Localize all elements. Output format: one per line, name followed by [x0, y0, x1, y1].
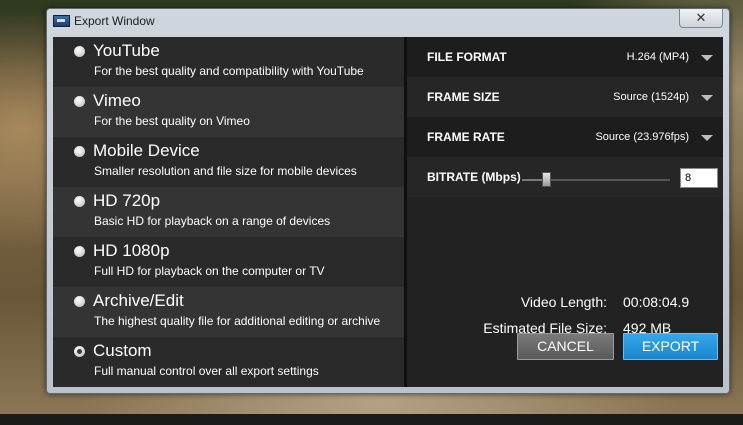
chevron-down-icon[interactable]: [701, 95, 713, 101]
preset-title: HD 720p: [93, 191, 161, 210]
preset-description: For the best quality on Vimeo: [94, 114, 250, 128]
app-icon: [53, 15, 70, 27]
preset-option-youtube[interactable]: YouTube For the best quality and compati…: [53, 37, 404, 87]
close-button[interactable]: ✕: [679, 9, 723, 28]
frame-size-row[interactable]: FRAME SIZE Source (1524p): [407, 77, 723, 117]
preset-description: Full HD for playback on the computer or …: [94, 264, 325, 278]
radio-button-selected[interactable]: [74, 346, 85, 357]
preset-title: HD 1080p: [93, 241, 170, 260]
file-format-row[interactable]: FILE FORMAT H.264 (MP4): [407, 37, 723, 77]
video-length-label: Video Length:: [520, 294, 607, 310]
chevron-down-icon[interactable]: [701, 55, 713, 61]
video-length-value: 00:08:04.9: [623, 294, 690, 310]
radio-button[interactable]: [74, 46, 85, 57]
bitrate-input[interactable]: [680, 168, 718, 188]
preset-title: Mobile Device: [93, 141, 200, 160]
preset-title: Archive/Edit: [93, 291, 184, 310]
radio-button[interactable]: [74, 196, 85, 207]
preset-description: Smaller resolution and file size for mob…: [94, 164, 357, 178]
bitrate-slider-handle[interactable]: [541, 172, 551, 187]
preset-option-custom[interactable]: Custom Full manual control over all expo…: [53, 337, 404, 387]
taskbar-strip: [0, 414, 743, 425]
radio-button[interactable]: [74, 96, 85, 107]
preset-title: YouTube: [93, 41, 160, 60]
preset-title: Custom: [93, 341, 152, 360]
preset-option-archive-edit[interactable]: Archive/Edit The highest quality file fo…: [53, 287, 404, 337]
frame-rate-value[interactable]: Source (23.976fps): [595, 131, 689, 143]
chevron-down-icon[interactable]: [701, 135, 713, 141]
preset-title: Vimeo: [93, 91, 141, 110]
window-title: Export Window: [74, 14, 155, 28]
frame-size-label: FRAME SIZE: [427, 90, 500, 104]
bitrate-row: BITRATE (Mbps): [407, 157, 723, 197]
preset-description: Basic HD for playback on a range of devi…: [94, 214, 331, 228]
frame-rate-label: FRAME RATE: [427, 130, 505, 144]
frame-size-value[interactable]: Source (1524p): [613, 91, 689, 103]
export-window: Export Window ✕ YouTube For the best qua…: [46, 8, 730, 394]
preset-list: YouTube For the best quality and compati…: [53, 37, 404, 387]
preset-description: For the best quality and compatibility w…: [94, 64, 364, 78]
radio-button[interactable]: [74, 146, 85, 157]
file-format-label: FILE FORMAT: [427, 50, 507, 64]
preset-option-hd-1080p[interactable]: HD 1080p Full HD for playback on the com…: [53, 237, 404, 287]
file-format-value[interactable]: H.264 (MP4): [627, 51, 689, 63]
title-bar[interactable]: Export Window ✕: [47, 9, 729, 35]
frame-rate-row[interactable]: FRAME RATE Source (23.976fps): [407, 117, 723, 157]
preset-option-vimeo[interactable]: Vimeo For the best quality on Vimeo: [53, 87, 404, 137]
preset-option-hd-720p[interactable]: HD 720p Basic HD for playback on a range…: [53, 187, 404, 237]
radio-button[interactable]: [74, 246, 85, 257]
settings-panel: FILE FORMAT H.264 (MP4) FRAME SIZE Sourc…: [407, 37, 723, 387]
preset-option-mobile-device[interactable]: Mobile Device Smaller resolution and fil…: [53, 137, 404, 187]
export-button[interactable]: EXPORT: [623, 333, 718, 360]
cancel-button[interactable]: CANCEL: [517, 333, 614, 360]
window-content: YouTube For the best quality and compati…: [53, 37, 723, 387]
radio-button[interactable]: [74, 296, 85, 307]
preset-description: The highest quality file for additional …: [94, 314, 381, 328]
preset-description: Full manual control over all export sett…: [94, 364, 319, 378]
bitrate-label: BITRATE (Mbps): [427, 170, 521, 184]
